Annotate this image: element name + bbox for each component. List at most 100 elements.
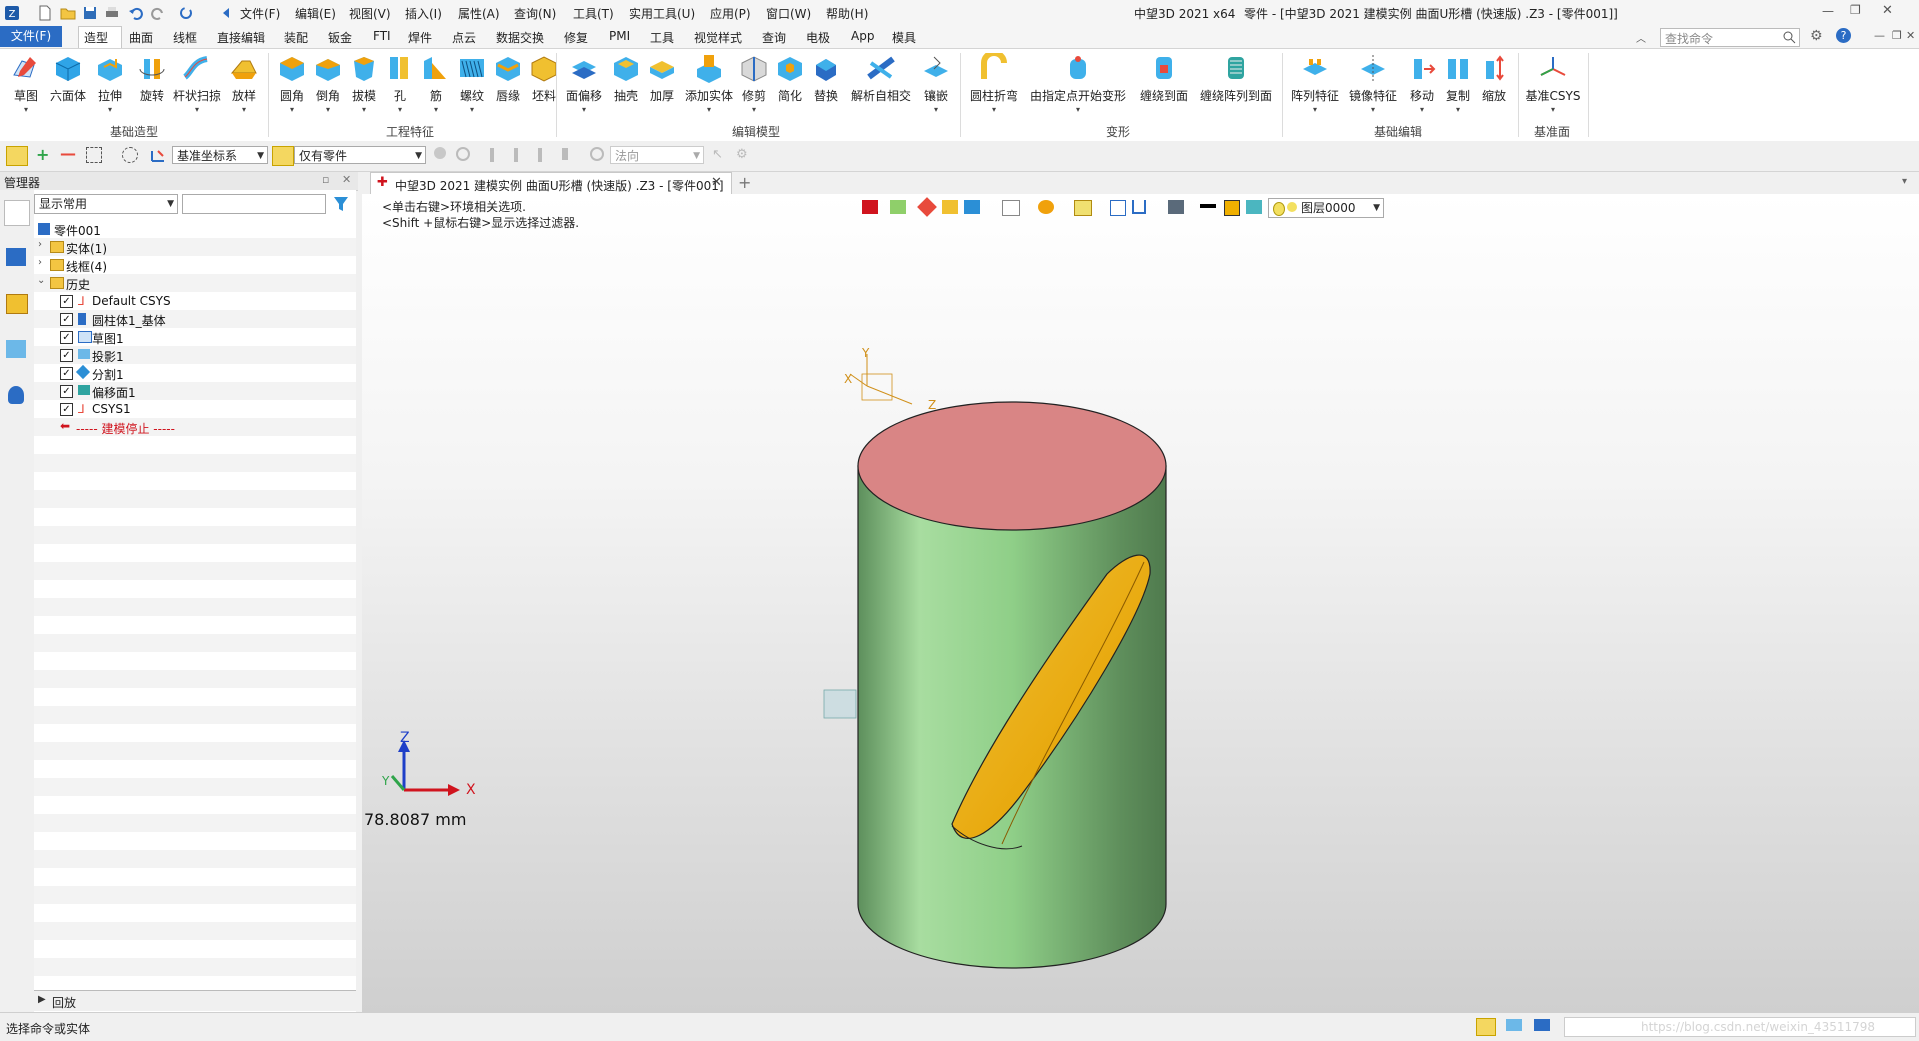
3d-viewport[interactable]: <单击右键>环境相关选项. <Shift +鼠标右键>显示选择过滤器. 图层00…	[362, 194, 1919, 1012]
close-icon[interactable]: ✕	[1882, 3, 1893, 18]
expand-icon[interactable]: ▶	[38, 994, 46, 1005]
redo-icon[interactable]	[150, 5, 166, 21]
visibility-checkbox[interactable]: ✓	[60, 295, 73, 308]
thicken-button[interactable]: 加厚	[640, 53, 684, 104]
tab-pmi[interactable]: PMI	[609, 29, 630, 43]
menu-help[interactable]: 帮助(H)	[826, 5, 868, 22]
model-stop-marker[interactable]: ⬅ ----- 建模停止 -----	[34, 418, 356, 436]
add-solid-button[interactable]: 添加实体 ▾	[682, 53, 736, 114]
print-icon[interactable]	[104, 5, 120, 21]
tree-item-wireframe[interactable]: › 线框(4)	[34, 256, 356, 274]
tab-sheet-metal[interactable]: 钣金	[328, 29, 352, 46]
tab-query[interactable]: 查询	[762, 29, 786, 46]
inlay-button[interactable]: 镶嵌 ▾	[914, 53, 958, 114]
pattern-feature-button[interactable]: 阵列特征 ▾	[1288, 53, 1342, 114]
datum-csys-button[interactable]: 基准CSYS ▾	[1524, 53, 1582, 114]
lasso-icon[interactable]	[122, 147, 138, 163]
tree-root[interactable]: 零件001	[34, 220, 356, 238]
history-item[interactable]: ✓ ⅃ Default CSYS	[34, 292, 356, 310]
filter-combo[interactable]: 仅有零件 ▼	[294, 146, 426, 164]
menu-query[interactable]: 查询(N)	[514, 5, 556, 22]
collapse-ribbon-icon[interactable]: ︿	[1636, 30, 1646, 45]
tab-repair[interactable]: 修复	[564, 29, 588, 46]
help-icon[interactable]: ?	[1836, 28, 1851, 43]
menu-view[interactable]: 视图(V)	[349, 5, 391, 22]
tree-filter-input[interactable]	[182, 194, 326, 214]
sketch-button[interactable]: 草图 ▾	[4, 53, 48, 114]
visibility-checkbox[interactable]: ✓	[60, 313, 73, 326]
menu-file[interactable]: 文件(F)	[240, 5, 280, 22]
tab-modeling[interactable]: 造型	[84, 29, 108, 46]
mirror-feature-button[interactable]: 镜像特征 ▾	[1346, 53, 1400, 114]
history-item[interactable]: ✓ 草图1	[34, 328, 356, 346]
pin-panel-icon[interactable]: ▫	[322, 173, 329, 186]
tab-menu-icon[interactable]: ▾	[1902, 176, 1907, 187]
open-folder-icon[interactable]	[60, 5, 76, 21]
undo-icon[interactable]	[128, 5, 144, 21]
rod-sweep-button[interactable]: 杆状扫掠 ▾	[170, 53, 224, 114]
menu-window[interactable]: 窗口(W)	[766, 5, 811, 22]
tab-app[interactable]: App	[851, 29, 874, 43]
wrap-pattern-to-face-button[interactable]: 缠绕阵列到面	[1196, 53, 1276, 104]
user-icon[interactable]	[8, 386, 24, 404]
doc-restore-icon[interactable]: ❐	[1892, 29, 1902, 42]
tab-wireframe[interactable]: 线框	[173, 29, 197, 46]
face-offset-button[interactable]: 面偏移 ▾	[560, 53, 608, 114]
menu-insert[interactable]: 插入(I)	[405, 5, 442, 22]
tab-electrode[interactable]: 电极	[806, 29, 830, 46]
tab-fti[interactable]: FTI	[373, 29, 391, 43]
history-tree-icon[interactable]	[4, 200, 30, 226]
back-arrow-icon[interactable]	[218, 5, 234, 21]
search-icon[interactable]	[1783, 31, 1796, 44]
menu-edit[interactable]: 编辑(E)	[295, 5, 336, 22]
history-item[interactable]: ✓ 偏移面1	[34, 382, 356, 400]
menu-apply[interactable]: 应用(P)	[710, 5, 751, 22]
close-tab-icon[interactable]: ✕	[711, 175, 722, 190]
status-display-icon[interactable]	[1506, 1019, 1522, 1031]
revolve-button[interactable]: 旋转	[130, 53, 174, 104]
box-select-icon[interactable]	[86, 147, 102, 163]
save-icon[interactable]	[82, 5, 98, 21]
box-button[interactable]: 六面体	[46, 53, 90, 104]
csys-filter-icon[interactable]	[150, 147, 166, 163]
visibility-checkbox[interactable]: ✓	[60, 367, 73, 380]
tab-weldment[interactable]: 焊件	[408, 29, 432, 46]
menu-utility[interactable]: 实用工具(U)	[629, 5, 695, 22]
part-filter-icon[interactable]	[272, 146, 294, 166]
expand-icon[interactable]: ›	[38, 239, 42, 250]
menu-tools[interactable]: 工具(T)	[573, 5, 614, 22]
view-manager-icon[interactable]	[6, 340, 26, 358]
visibility-checkbox[interactable]: ✓	[60, 331, 73, 344]
display-filter-combo[interactable]: 显示常用 ▼	[34, 194, 178, 214]
tab-data-exchange[interactable]: 数据交换	[496, 29, 544, 46]
new-tab-icon[interactable]: +	[738, 173, 751, 192]
extrude-button[interactable]: 拉伸 ▾	[88, 53, 132, 114]
tab-direct-edit[interactable]: 直接编辑	[217, 29, 265, 46]
scale-button[interactable]: 缩放	[1472, 53, 1516, 104]
resolve-self-intersect-button[interactable]: 解析自相交	[850, 53, 912, 104]
status-filter-icon[interactable]	[1476, 1018, 1496, 1036]
cylinder-bend-button[interactable]: 圆柱折弯 ▾	[966, 53, 1022, 114]
history-item[interactable]: ✓ ⅃ CSYS1	[34, 400, 356, 418]
doc-minimize-icon[interactable]: —	[1874, 29, 1885, 42]
deform-from-point-button[interactable]: 由指定点开始变形 ▾	[1030, 53, 1126, 114]
restore-icon[interactable]: ❐	[1850, 3, 1861, 17]
tab-mold[interactable]: 模具	[892, 29, 916, 46]
app-logo-icon[interactable]: Z	[4, 5, 20, 21]
feature-icon[interactable]	[6, 294, 28, 314]
minimize-icon[interactable]: —	[1822, 4, 1834, 18]
close-panel-icon[interactable]: ✕	[342, 173, 351, 186]
document-tab[interactable]: ✚ 中望3D 2021 建模实例 曲面U形槽 (快速版) .Z3 - [零件00…	[370, 172, 732, 195]
visibility-checkbox[interactable]: ✓	[60, 403, 73, 416]
new-file-icon[interactable]	[37, 5, 53, 21]
gear-icon[interactable]: ⚙	[1810, 28, 1823, 44]
tab-visual-style[interactable]: 视觉样式	[694, 29, 742, 46]
expand-icon[interactable]: ›	[38, 257, 42, 268]
status-input[interactable]: https://blog.csdn.net/weixin_43511798	[1564, 1017, 1916, 1037]
doc-close-icon[interactable]: ✕	[1906, 29, 1915, 42]
visibility-checkbox[interactable]: ✓	[60, 349, 73, 362]
tree-item-history[interactable]: ⌄ 历史	[34, 274, 356, 292]
collapse-icon[interactable]: ⌄	[37, 275, 45, 286]
command-search-input[interactable]: 查找命令	[1660, 28, 1800, 47]
history-item[interactable]: ✓ 分割1	[34, 364, 356, 382]
